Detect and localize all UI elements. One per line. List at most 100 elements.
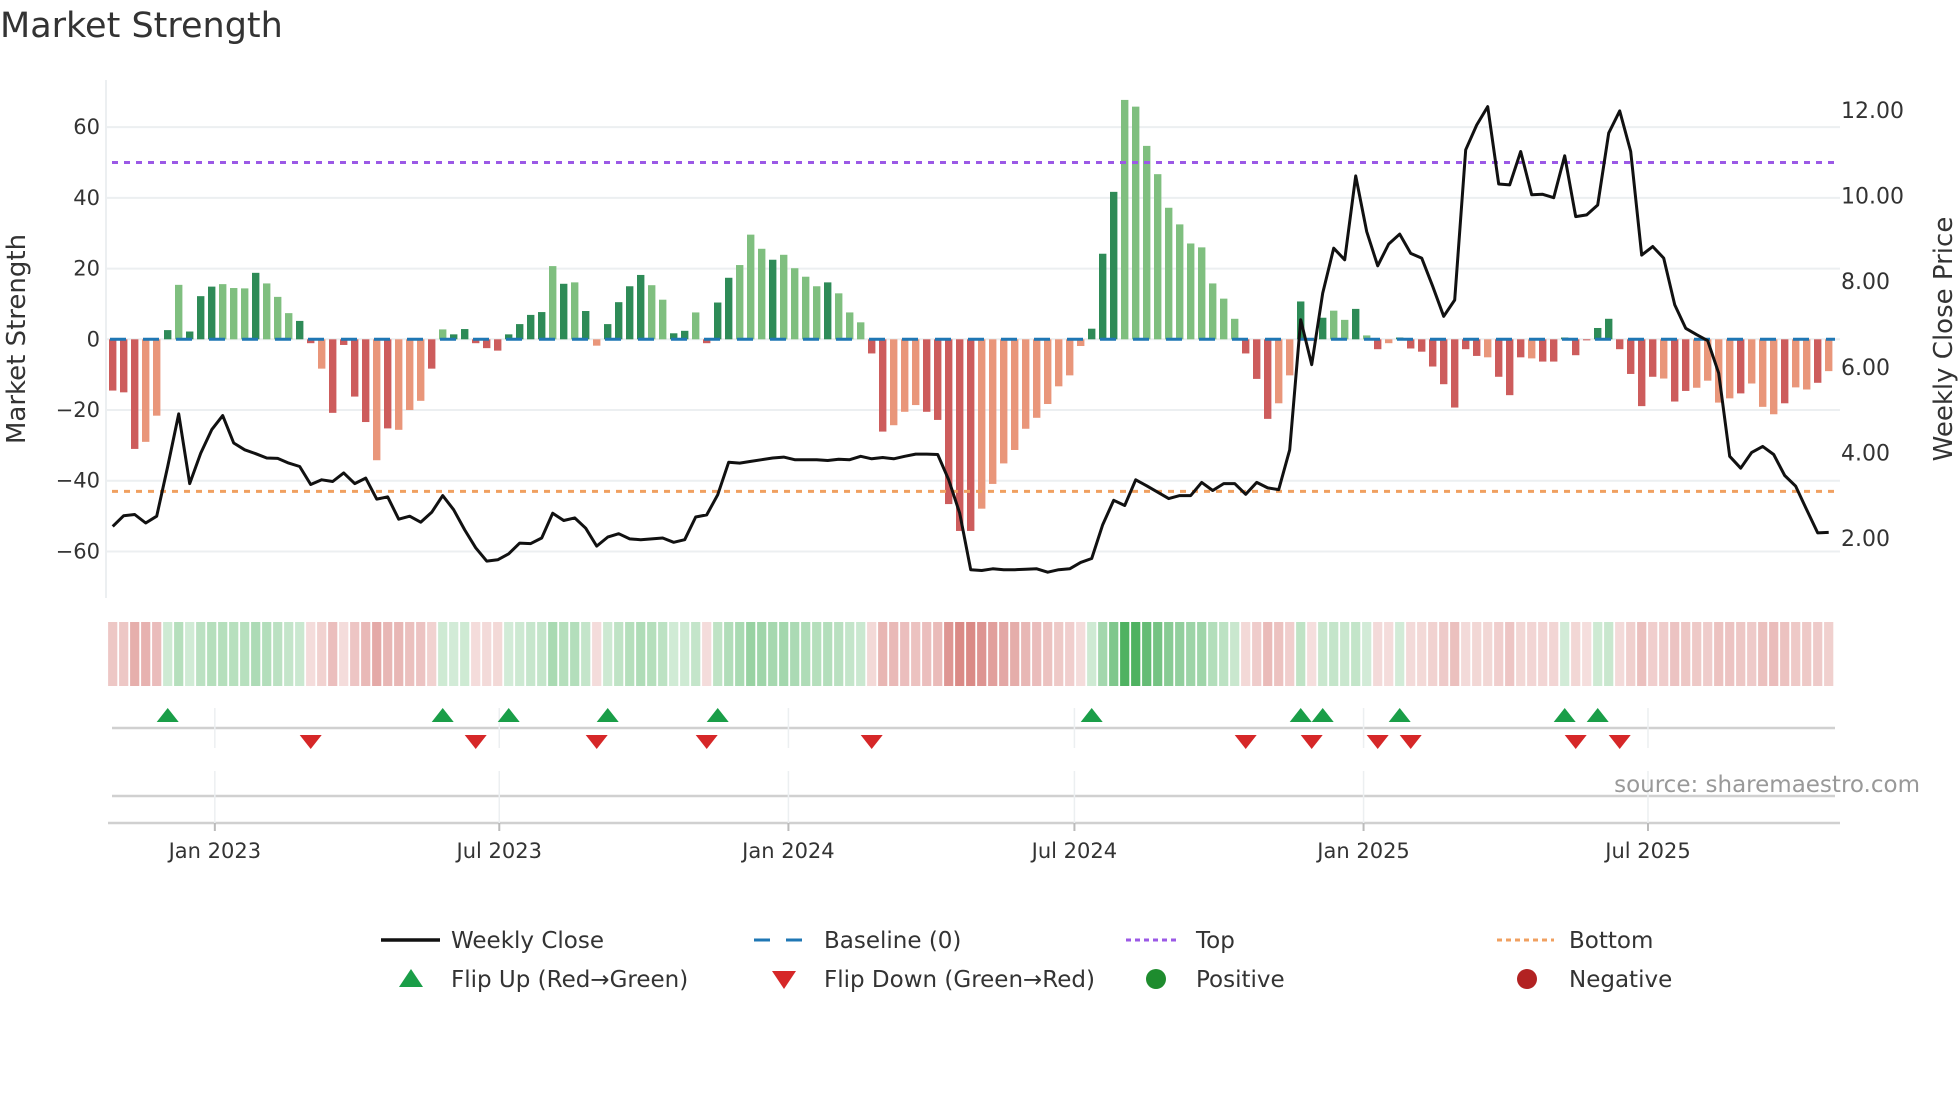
strength-heat-cell (933, 622, 943, 686)
strength-bar (802, 276, 810, 340)
strength-bar (758, 248, 766, 340)
strength-heat-cell (878, 622, 888, 686)
strength-heat-cell (1274, 622, 1284, 686)
strength-heat-cell (1285, 622, 1295, 686)
strength-heat-cell (1659, 622, 1669, 686)
strength-bar (890, 339, 898, 426)
strength-heat-cell (1153, 622, 1163, 686)
strength-heat-cell (603, 622, 613, 686)
strength-heat-cell (449, 622, 459, 686)
strength-heat-cell (1439, 622, 1449, 686)
flip-up-marker (1289, 708, 1312, 722)
strength-bar (1319, 317, 1327, 340)
strength-heat-cell (240, 622, 250, 686)
strength-heat-cell (1615, 622, 1625, 686)
y-tick-label: 40 (73, 186, 100, 210)
y2-tick-label: 12.00 (1841, 99, 1904, 124)
flip-down-marker (1399, 735, 1422, 749)
legend-item: Weekly Close (381, 928, 604, 954)
strength-bar (714, 302, 722, 340)
strength-bar (384, 339, 392, 429)
strength-bar (109, 339, 117, 391)
strength-bar (901, 339, 909, 412)
strength-bar (813, 286, 821, 340)
strength-bar (1748, 339, 1756, 384)
strength-bar (1110, 191, 1118, 340)
y-tick-label: −40 (56, 469, 100, 493)
strength-bar (1000, 339, 1008, 464)
strength-bar (1484, 339, 1492, 358)
strength-heat-cell (1395, 622, 1405, 686)
flip-up-marker (497, 708, 520, 722)
flip-up-marker (1553, 708, 1576, 722)
strength-heat-cell (1043, 622, 1053, 686)
flip-down-marker (1300, 735, 1323, 749)
strength-bar (648, 285, 656, 340)
strength-heat-cell (1197, 622, 1207, 686)
strength-bar (846, 312, 854, 340)
legend-item: Bottom (1497, 928, 1653, 954)
strength-bar (1330, 310, 1338, 340)
strength-heat-cell (1824, 622, 1834, 686)
x-tick-label: Jul 2024 (1030, 839, 1117, 863)
strength-bar (1231, 318, 1239, 340)
strength-heat-cell (361, 622, 371, 686)
strength-heat-cell (1747, 622, 1757, 686)
strength-heat-cell (130, 622, 140, 686)
strength-heat-cell (174, 622, 184, 686)
strength-heat-cell (570, 622, 580, 686)
strength-heat-cell (339, 622, 349, 686)
strength-heat-cell (1065, 622, 1075, 686)
strength-heat-cell (867, 622, 877, 686)
strength-bar (516, 324, 524, 340)
flip-down-marker (1234, 735, 1257, 749)
strength-heat-cell (1802, 622, 1812, 686)
strength-heat-cell (944, 622, 954, 686)
strength-bar (1814, 339, 1822, 383)
strength-heat-cell (702, 622, 712, 686)
strength-bar (978, 339, 986, 509)
strength-bar (560, 283, 568, 340)
strength-bar (461, 329, 469, 340)
strength-heat-cell (416, 622, 426, 686)
strength-bar (725, 277, 733, 340)
strength-heat-cell (955, 622, 965, 686)
strength-bar (1572, 339, 1580, 356)
strength-bar (1451, 339, 1459, 408)
strength-bar (780, 254, 788, 340)
strength-bar (1385, 339, 1393, 344)
strength-bar (1495, 339, 1503, 377)
strength-heat-cell (1560, 622, 1570, 686)
x-tick-label: Jan 2024 (740, 839, 835, 863)
strength-bar (351, 339, 359, 397)
flip-down-marker (1564, 735, 1587, 749)
strength-bar (153, 339, 161, 416)
strength-bar (791, 268, 799, 340)
strength-heat-cell (394, 622, 404, 686)
y2-tick-label: 6.00 (1841, 356, 1890, 381)
strength-heat-cell (713, 622, 723, 686)
strength-bar (1825, 339, 1833, 372)
strength-bar (1473, 339, 1481, 356)
strength-heat-cell (856, 622, 866, 686)
strength-heat-cell (460, 622, 470, 686)
strength-heat-cell (1076, 622, 1086, 686)
strength-bar (1352, 308, 1360, 340)
strength-bar (1528, 339, 1536, 359)
x-tick-label: Jan 2023 (167, 839, 262, 863)
strength-heat-cell (911, 622, 921, 686)
strength-bar (274, 296, 282, 340)
legend-label: Flip Down (Green→Red) (824, 967, 1095, 993)
strength-heat-cell (1307, 622, 1317, 686)
x-tick-label: Jan 2025 (1315, 839, 1410, 863)
strength-heat-cell (1241, 622, 1251, 686)
strength-heat-cell (229, 622, 239, 686)
strength-heat-cell (1780, 622, 1790, 686)
strength-bar (1275, 339, 1283, 404)
strength-bar (934, 339, 942, 420)
strength-bar (1044, 339, 1052, 405)
strength-bar (692, 312, 700, 340)
strength-bar (626, 286, 634, 340)
strength-heat-cell (812, 622, 822, 686)
strength-heat-cell (1340, 622, 1350, 686)
